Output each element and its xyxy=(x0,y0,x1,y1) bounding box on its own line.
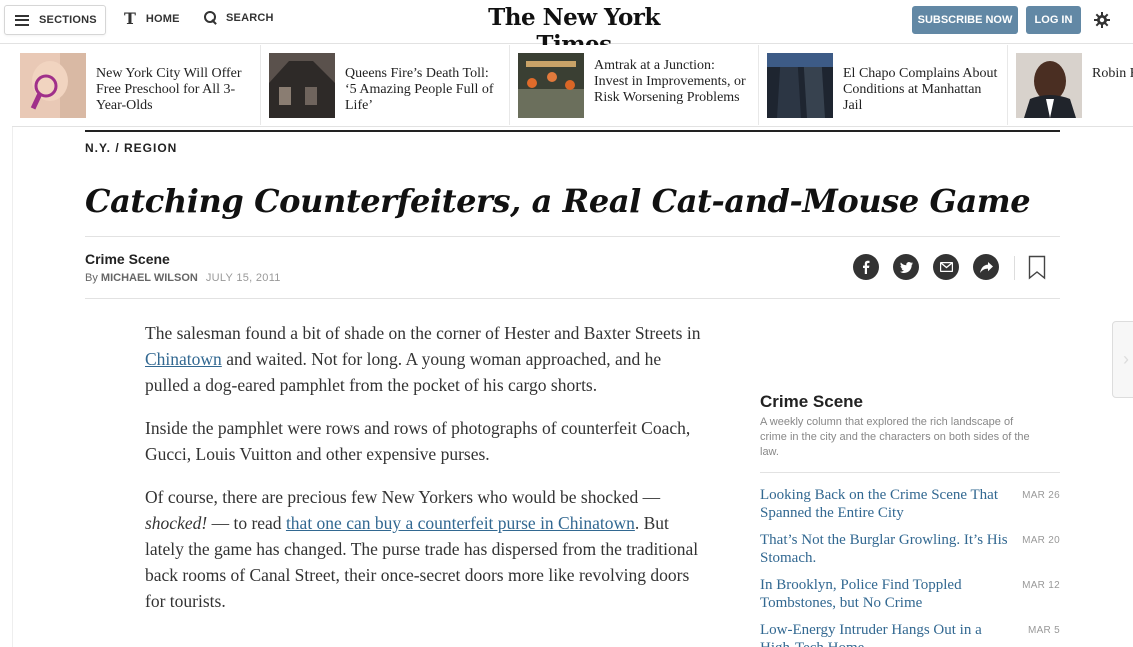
ribbon-story[interactable]: Robin H Charity Gets Ne xyxy=(1008,45,1133,125)
rail-workers-photo-icon xyxy=(518,53,584,118)
hamburger-menu-icon xyxy=(15,14,29,26)
gear-icon[interactable] xyxy=(1094,12,1110,28)
sidebar-item-date: MAR 12 xyxy=(1022,580,1060,591)
facebook-share-button[interactable] xyxy=(853,254,879,280)
ribbon-story[interactable]: El Chapo Complains About Conditions at M… xyxy=(759,45,1008,125)
more-share-button[interactable] xyxy=(973,254,999,280)
jail-building-photo-icon xyxy=(767,53,833,118)
publish-date: JULY 15, 2011 xyxy=(205,272,281,284)
column-name[interactable]: Crime Scene xyxy=(85,251,170,267)
bookmark-icon[interactable] xyxy=(1028,255,1046,280)
ribbon-story[interactable]: New York City Will Offer Free Preschool … xyxy=(12,45,261,125)
sidebar-item[interactable]: In Brooklyn, Police Find Toppled Tombsto… xyxy=(760,576,1060,621)
divider xyxy=(85,236,1060,237)
ribbon-headline: El Chapo Complains About Conditions at M… xyxy=(843,66,998,113)
subscribe-button[interactable]: SUBSCRIBE NOW xyxy=(912,6,1018,34)
paragraph-text: Of course, there are precious few New Yo… xyxy=(145,487,661,507)
page-edge xyxy=(12,127,13,647)
column-sidebar: Crime Scene A weekly column that explore… xyxy=(760,392,1060,647)
ribbon-headline: New York City Will Offer Free Preschool … xyxy=(96,66,242,113)
twitter-share-button[interactable] xyxy=(893,254,919,280)
sidebar-description: A weekly column that explored the rich l… xyxy=(760,416,1030,458)
paragraph-text: and waited. Not for long. A young woman … xyxy=(145,349,662,395)
home-link[interactable]: T HOME xyxy=(124,11,180,27)
login-button[interactable]: LOG IN xyxy=(1026,6,1081,34)
sidebar-item-date: MAR 5 xyxy=(1027,625,1060,636)
article-paragraph: Of course, there are precious few New Yo… xyxy=(145,484,705,614)
burned-house-photo-icon xyxy=(269,53,335,118)
nyt-t-logo-icon: T xyxy=(124,9,136,28)
sidebar-item[interactable]: That’s Not the Burglar Growling. It’s Hi… xyxy=(760,531,1060,576)
paragraph-emphasis: shocked! xyxy=(145,513,208,533)
sidebar-item-link[interactable]: In Brooklyn, Police Find Toppled Tombsto… xyxy=(760,576,1010,612)
ribbon-headline: Amtrak at a Junction: Invest in Improvem… xyxy=(594,58,746,105)
child-photo-icon xyxy=(20,53,86,118)
sidebar-item-link[interactable]: Low-Energy Intruder Hangs Out in a High-… xyxy=(760,621,1010,647)
sidebar-item[interactable]: Looking Back on the Crime Scene That Spa… xyxy=(760,486,1060,531)
share-divider xyxy=(1014,256,1015,280)
sidebar-item-link[interactable]: Looking Back on the Crime Scene That Spa… xyxy=(760,486,1010,522)
sections-button[interactable]: SECTIONS xyxy=(4,5,106,35)
author-name[interactable]: MICHAEL WILSON xyxy=(101,272,198,284)
sidebar-item-date: MAR 20 xyxy=(1022,535,1060,546)
search-icon xyxy=(204,11,217,24)
story-ribbon: New York City Will Offer Free Preschool … xyxy=(12,45,1133,127)
chinatown-link[interactable]: Chinatown xyxy=(145,349,222,369)
home-label: HOME xyxy=(145,13,180,25)
counterfeit-purse-link[interactable]: that one can buy a counterfeit purse in … xyxy=(286,513,635,533)
sidebar-item[interactable]: Low-Energy Intruder Hangs Out in a High-… xyxy=(760,621,1060,647)
search-label: SEARCH xyxy=(226,11,274,24)
man-portrait-photo-icon xyxy=(1016,53,1082,118)
twitter-icon xyxy=(899,261,913,273)
email-share-button[interactable] xyxy=(933,254,959,280)
search-link[interactable]: SEARCH xyxy=(204,11,274,24)
chevron-right-icon: › xyxy=(1123,349,1129,369)
email-icon xyxy=(939,262,953,272)
paragraph-text: The salesman found a bit of shade on the… xyxy=(145,323,701,343)
sidebar-title[interactable]: Crime Scene xyxy=(760,392,1060,412)
top-bar: SECTIONS T HOME SEARCH The New York Time… xyxy=(0,0,1133,58)
article-body: The salesman found a bit of shade on the… xyxy=(145,320,705,631)
byline: By MICHAEL WILSON JULY 15, 2011 xyxy=(85,272,281,284)
article-headline: Catching Counterfeiters, a Real Cat-and-… xyxy=(85,182,1031,220)
ribbon-story[interactable]: Amtrak at a Junction: Invest in Improvem… xyxy=(510,45,759,125)
ribbon-story[interactable]: Queens Fire’s Death Toll: ‘5 Amazing Peo… xyxy=(261,45,510,125)
byline-prefix: By xyxy=(85,272,101,284)
article-paragraph: Inside the pamphlet were rows and rows o… xyxy=(145,418,691,464)
paragraph-text: — to read xyxy=(207,513,286,533)
share-icon xyxy=(979,261,993,273)
divider xyxy=(85,298,1060,299)
section-kicker[interactable]: N.Y. / REGION xyxy=(85,130,1060,155)
ribbon-headline: Robin H Charity Gets Ne xyxy=(1092,66,1133,81)
sidebar-item-date: MAR 26 xyxy=(1022,490,1060,501)
facebook-icon xyxy=(863,260,870,274)
sidebar-item-link[interactable]: That’s Not the Burglar Growling. It’s Hi… xyxy=(760,531,1010,567)
ribbon-headline: Queens Fire’s Death Toll: ‘5 Amazing Peo… xyxy=(345,66,494,113)
article-paragraph: The salesman found a bit of shade on the… xyxy=(145,320,705,398)
sections-label: SECTIONS xyxy=(39,14,97,26)
next-article-tab[interactable]: › xyxy=(1112,321,1133,398)
